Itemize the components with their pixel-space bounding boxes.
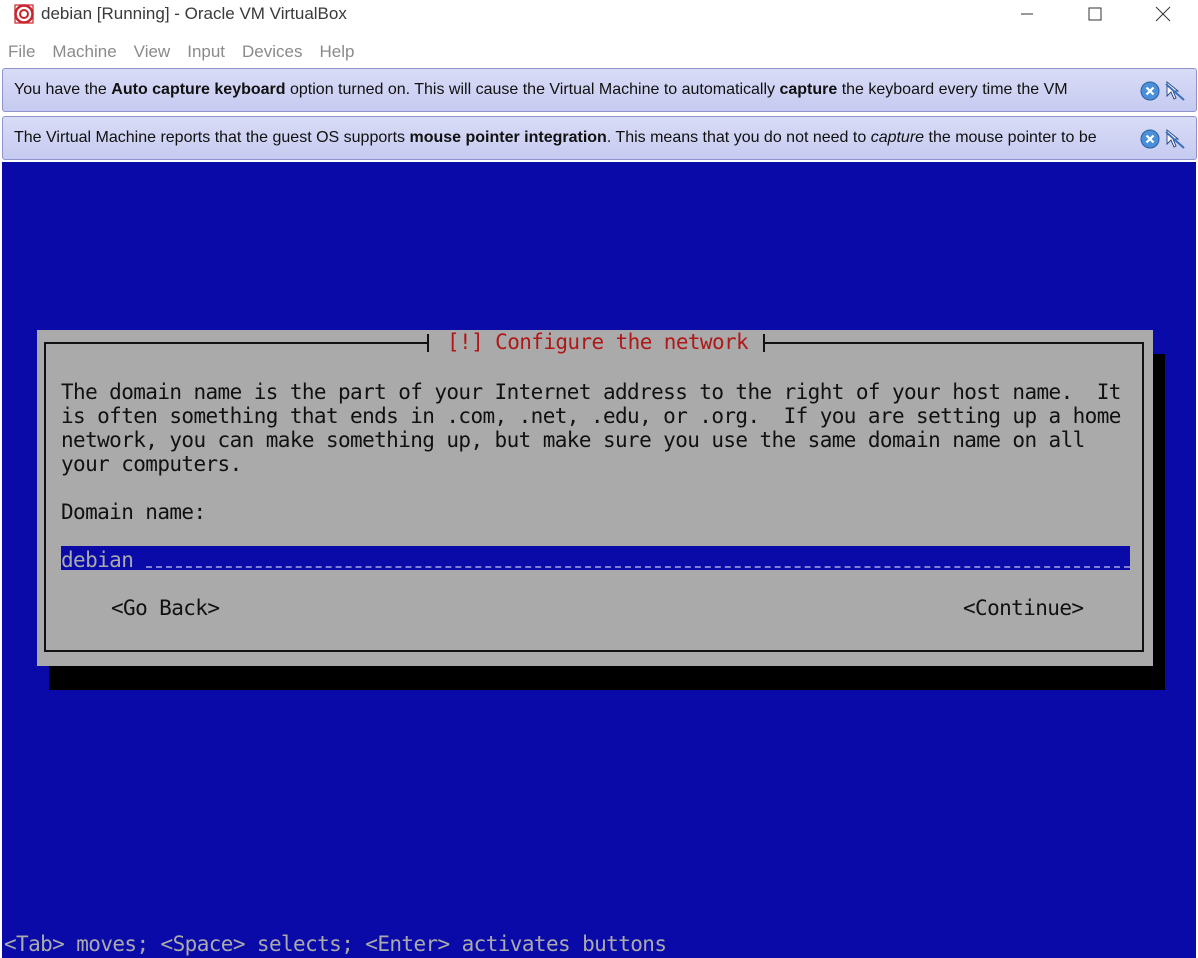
keyboard-help-line: <Tab> moves; <Space> selects; <Enter> ac… xyxy=(4,932,667,956)
maximize-icon xyxy=(1088,7,1102,21)
menu-view[interactable]: View xyxy=(134,42,171,62)
title-bar: debian [Running] - Oracle VM VirtualBox xyxy=(0,0,1198,28)
menu-devices[interactable]: Devices xyxy=(242,42,302,62)
domain-name-label: Domain name: xyxy=(61,500,206,524)
notice-text-bold: mouse pointer integration xyxy=(409,129,607,146)
virtualbox-window: debian [Running] - Oracle VM VirtualBox … xyxy=(0,0,1198,958)
input-underline xyxy=(146,566,1130,568)
go-back-button[interactable]: <Go Back> xyxy=(111,596,220,620)
dialog-frame-top-left xyxy=(44,342,429,344)
menu-machine[interactable]: Machine xyxy=(52,42,116,62)
close-button[interactable] xyxy=(1140,0,1186,28)
description-line: is often something that ends in .com, .n… xyxy=(61,404,1121,428)
notice-text-bold: capture xyxy=(779,81,838,98)
notice-text-part: The Virtual Machine reports that the gue… xyxy=(14,129,410,146)
menu-help[interactable]: Help xyxy=(320,42,355,62)
dialog-frame-top-right xyxy=(765,342,1144,344)
virtualbox-logo-icon xyxy=(14,4,34,24)
description-line: network, you can make something up, but … xyxy=(61,428,1085,452)
notice-text-bold: Auto capture keyboard xyxy=(111,81,286,98)
continue-button[interactable]: <Continue> xyxy=(963,596,1084,620)
mute-message-icon[interactable] xyxy=(1164,128,1186,150)
notice-text-italic: capture xyxy=(870,129,925,146)
minimize-icon xyxy=(1021,13,1033,15)
notice-text-part: option turned on. This will cause the Vi… xyxy=(285,81,780,98)
title-bracket-left xyxy=(427,334,429,352)
notice-message: You have the Auto capture keyboard optio… xyxy=(14,81,1068,99)
close-circle-icon[interactable] xyxy=(1140,81,1160,101)
window-title: debian [Running] - Oracle VM VirtualBox xyxy=(41,4,347,23)
description-line: your computers. xyxy=(61,452,242,476)
notice-message: The Virtual Machine reports that the gue… xyxy=(14,129,1097,147)
menu-input[interactable]: Input xyxy=(187,42,225,62)
notice-buttons xyxy=(1140,128,1186,150)
domain-name-value: debian xyxy=(61,548,134,572)
mute-message-icon[interactable] xyxy=(1164,80,1186,102)
configure-network-dialog: [!] Configure the network The domain nam… xyxy=(37,330,1153,666)
dialog-title: [!] Configure the network xyxy=(447,330,749,354)
mouse-integration-notice: The Virtual Machine reports that the gue… xyxy=(2,116,1197,160)
menu-file[interactable]: File xyxy=(8,42,35,62)
close-icon xyxy=(1155,6,1171,22)
close-circle-icon[interactable] xyxy=(1140,129,1160,149)
auto-capture-keyboard-notice: You have the Auto capture keyboard optio… xyxy=(2,68,1197,112)
menu-bar: File Machine View Input Devices Help xyxy=(0,38,1198,66)
notice-text-part: . This means that you do not need to xyxy=(606,129,871,146)
maximize-button[interactable] xyxy=(1072,0,1118,28)
dialog-description: The domain name is the part of your Inte… xyxy=(61,380,1121,476)
vm-display[interactable]: [!] Configure the network The domain nam… xyxy=(2,162,1196,958)
notice-text-part: the mouse pointer to be xyxy=(924,129,1097,146)
minimize-button[interactable] xyxy=(1004,0,1050,28)
notice-text-part: the keyboard every time the VM xyxy=(837,81,1068,98)
title-bracket-right xyxy=(763,334,765,352)
notice-buttons xyxy=(1140,80,1186,102)
description-line: The domain name is the part of your Inte… xyxy=(61,380,1121,404)
notice-text-part: You have the xyxy=(14,81,112,98)
